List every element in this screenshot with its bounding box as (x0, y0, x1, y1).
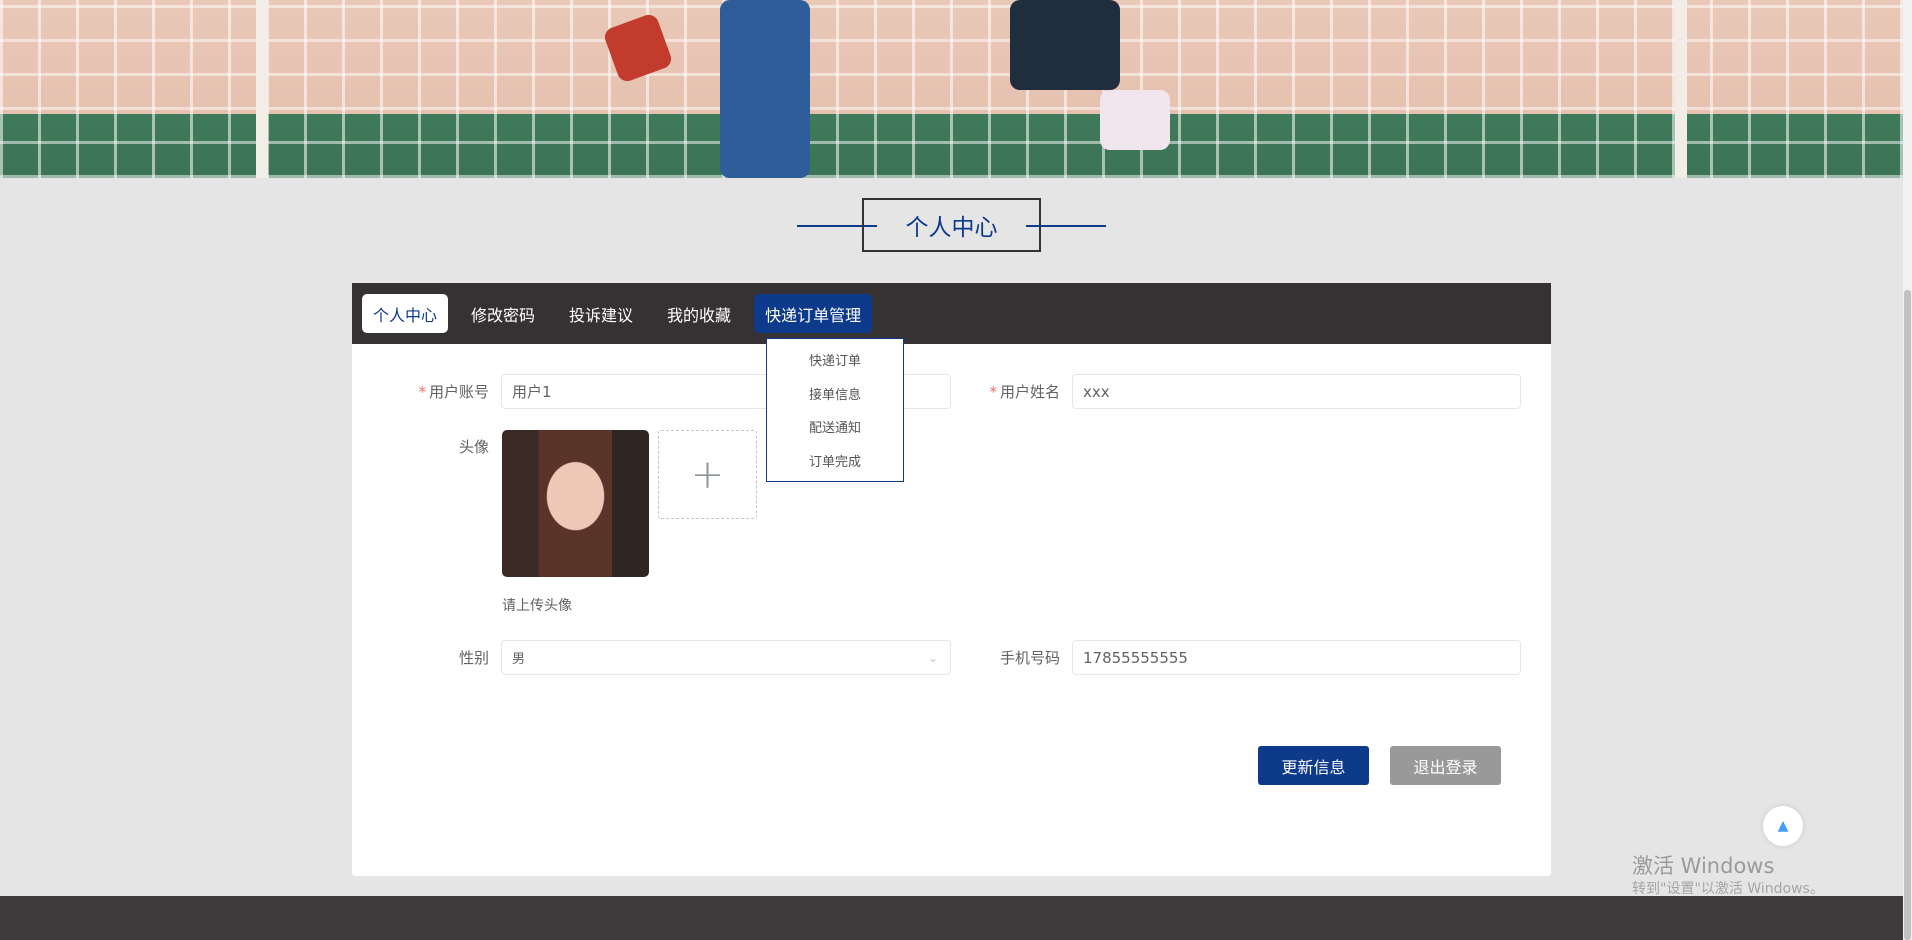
section-title: 个人中心 (797, 198, 1106, 252)
name-label: * 用户姓名 (960, 381, 1060, 402)
banner-net-pattern (0, 0, 1903, 178)
banner-goal-post (256, 0, 268, 178)
profile-nav: 个人中心 修改密码 投诉建议 我的收藏 快递订单管理 (352, 283, 1551, 344)
express-orders-dropdown: 快递订单 接单信息 配送通知 订单完成 (766, 338, 904, 482)
tab-express-orders[interactable]: 快递订单管理 (754, 294, 873, 333)
banner-figure (720, 0, 810, 178)
logout-button[interactable]: 退出登录 (1390, 746, 1501, 785)
footer (0, 896, 1903, 940)
gender-select[interactable]: 男 ⌄ (501, 640, 951, 675)
gender-label: 性别 (458, 649, 489, 667)
page-title: 个人中心 (862, 198, 1041, 252)
avatar-hint: 请上传头像 (502, 598, 572, 614)
banner-goal-post (1675, 0, 1687, 178)
title-line-right (1026, 225, 1106, 227)
banner-image (0, 0, 1903, 178)
scrollbar[interactable] (1903, 0, 1912, 940)
scrollbar-thumb[interactable] (1904, 290, 1911, 940)
windows-activation-watermark: 激活 Windows (1632, 854, 1775, 878)
avatar-upload-button[interactable]: + (658, 430, 757, 519)
account-label: * 用户账号 (389, 381, 489, 402)
menu-item-accept-info[interactable]: 接单信息 (767, 384, 903, 403)
gender-value: 男 (512, 652, 526, 667)
avatar-label: 头像 (458, 438, 489, 456)
menu-item-delivery-notice[interactable]: 配送通知 (767, 417, 903, 436)
plus-icon: + (690, 451, 725, 498)
phone-label: 手机号码 (999, 649, 1060, 667)
account-label-text: 用户账号 (428, 383, 489, 401)
back-to-top-button[interactable]: ▲ (1763, 806, 1803, 846)
menu-item-express-order[interactable]: 快递订单 (767, 350, 903, 369)
banner-figure (1010, 0, 1120, 90)
windows-activation-hint: 转到"设置"以激活 Windows。 (1632, 881, 1824, 897)
name-input[interactable]: xxx (1072, 374, 1521, 409)
tab-personal-center[interactable]: 个人中心 (362, 294, 449, 333)
required-mark: * (989, 383, 997, 401)
banner-bag (1100, 90, 1170, 150)
tab-complaints[interactable]: 投诉建议 (558, 294, 644, 333)
tab-favorites[interactable]: 我的收藏 (656, 294, 742, 333)
caret-up-icon: ▲ (1777, 818, 1789, 834)
update-info-button[interactable]: 更新信息 (1258, 746, 1369, 785)
tab-change-password[interactable]: 修改密码 (460, 294, 546, 333)
chevron-down-icon: ⌄ (927, 650, 938, 665)
avatar-image (502, 430, 649, 577)
required-mark: * (418, 383, 426, 401)
menu-item-order-complete[interactable]: 订单完成 (767, 451, 903, 470)
name-label-text: 用户姓名 (999, 383, 1060, 401)
profile-card: 个人中心 修改密码 投诉建议 我的收藏 快递订单管理 (352, 283, 1551, 876)
phone-input[interactable]: 17855555555 (1072, 640, 1521, 675)
